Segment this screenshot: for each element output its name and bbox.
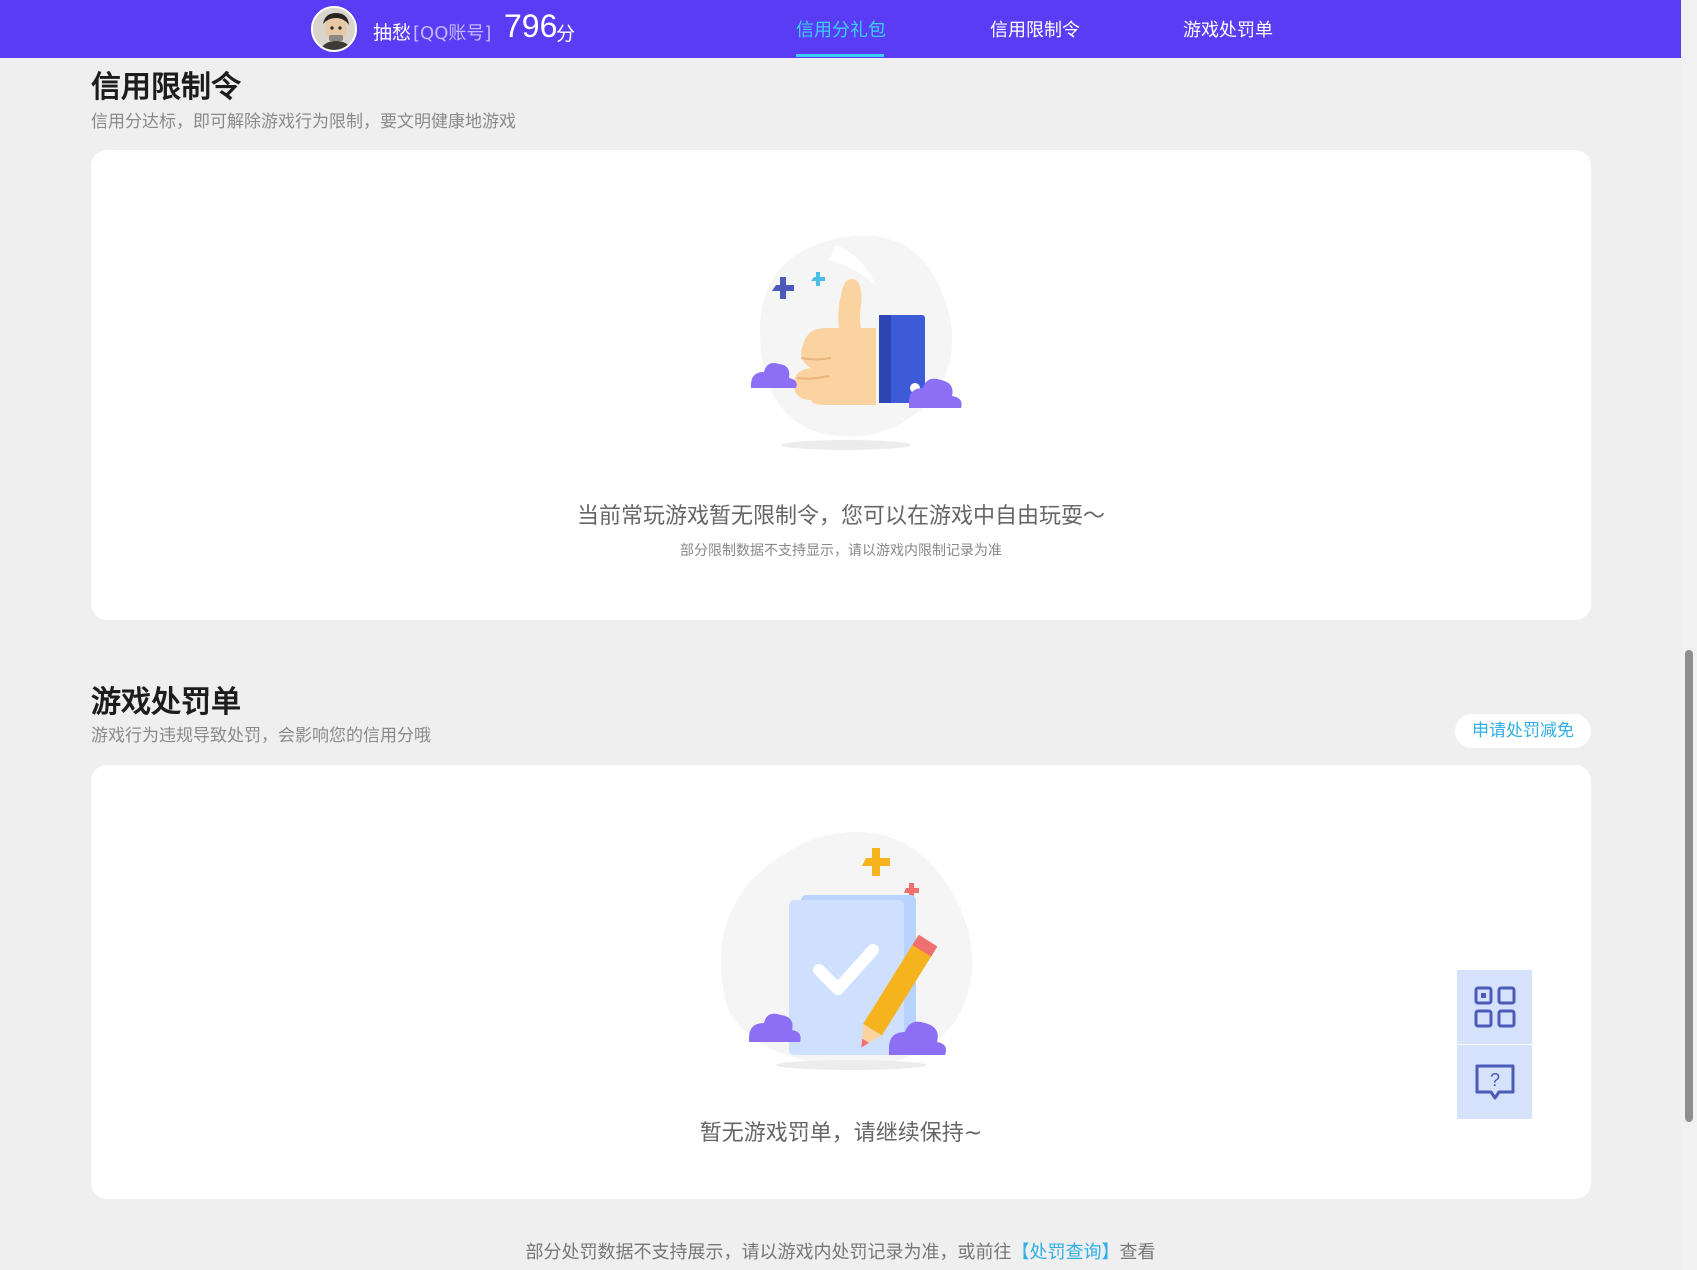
penalty-query-link[interactable]: 【处罚查询】 xyxy=(1012,1242,1120,1263)
footer-note: 部分处罚数据不支持展示，请以游戏内处罚记录为准，或前往【处罚查询】查看 xyxy=(0,1238,1681,1264)
top-nav-bar: 抽愁 [QQ账号] 796 分 信用分礼包 信用限制令 游戏处罚单 xyxy=(0,0,1681,58)
clipboard-check-icon xyxy=(721,831,973,1070)
account-type-label: [QQ账号] xyxy=(413,23,492,44)
tab-credit-gift[interactable]: 信用分礼包 xyxy=(796,16,886,42)
page-scrollbar[interactable] xyxy=(1681,0,1697,1270)
restriction-section-title: 信用限制令 xyxy=(91,70,241,105)
floating-tools: ? xyxy=(1457,970,1532,1119)
penalty-empty-message: 暂无游戏罚单，请继续保持~ xyxy=(699,1121,983,1146)
help-button[interactable]: ? xyxy=(1457,1045,1532,1119)
svg-text:?: ? xyxy=(1489,1070,1499,1090)
thumbs-up-icon xyxy=(751,235,962,450)
avatar-image xyxy=(313,8,355,50)
tab-credit-restriction[interactable]: 信用限制令 xyxy=(990,16,1080,42)
restriction-section-subtitle: 信用分达标，即可解除游戏行为限制，要文明健康地游戏 xyxy=(91,112,516,132)
penalty-card: 暂无游戏罚单，请继续保持~ xyxy=(91,765,1591,1199)
credit-score-unit: 分 xyxy=(556,23,576,45)
apply-penalty-reduction-button[interactable]: 申请处罚减免 xyxy=(1455,714,1591,748)
footer-note-suffix: 查看 xyxy=(1119,1242,1156,1263)
credit-score-value: 796 xyxy=(504,8,558,44)
help-chat-icon: ? xyxy=(1475,1064,1514,1100)
restriction-card: 当前常玩游戏暂无限制令，您可以在游戏中自由玩耍～ 部分限制数据不支持显示，请以游… xyxy=(91,150,1591,620)
active-tab-indicator xyxy=(796,54,884,57)
restriction-empty-message: 当前常玩游戏暂无限制令，您可以在游戏中自由玩耍～ xyxy=(576,504,1105,529)
scrollbar-thumb[interactable] xyxy=(1685,650,1693,1122)
penalty-section-title: 游戏处罚单 xyxy=(91,685,241,720)
penalty-section-subtitle: 游戏行为违规导致处罚，会影响您的信用分哦 xyxy=(91,726,431,746)
footer-note-text: 部分处罚数据不支持展示，请以游戏内处罚记录为准，或前往 xyxy=(525,1242,1012,1263)
username: 抽愁 xyxy=(373,22,412,44)
qr-code-button[interactable] xyxy=(1457,970,1532,1044)
tab-game-penalty[interactable]: 游戏处罚单 xyxy=(1183,16,1273,42)
qr-code-icon xyxy=(1474,986,1515,1028)
restriction-note: 部分限制数据不支持显示，请以游戏内限制记录为准 xyxy=(680,543,1002,559)
avatar[interactable] xyxy=(311,6,357,52)
